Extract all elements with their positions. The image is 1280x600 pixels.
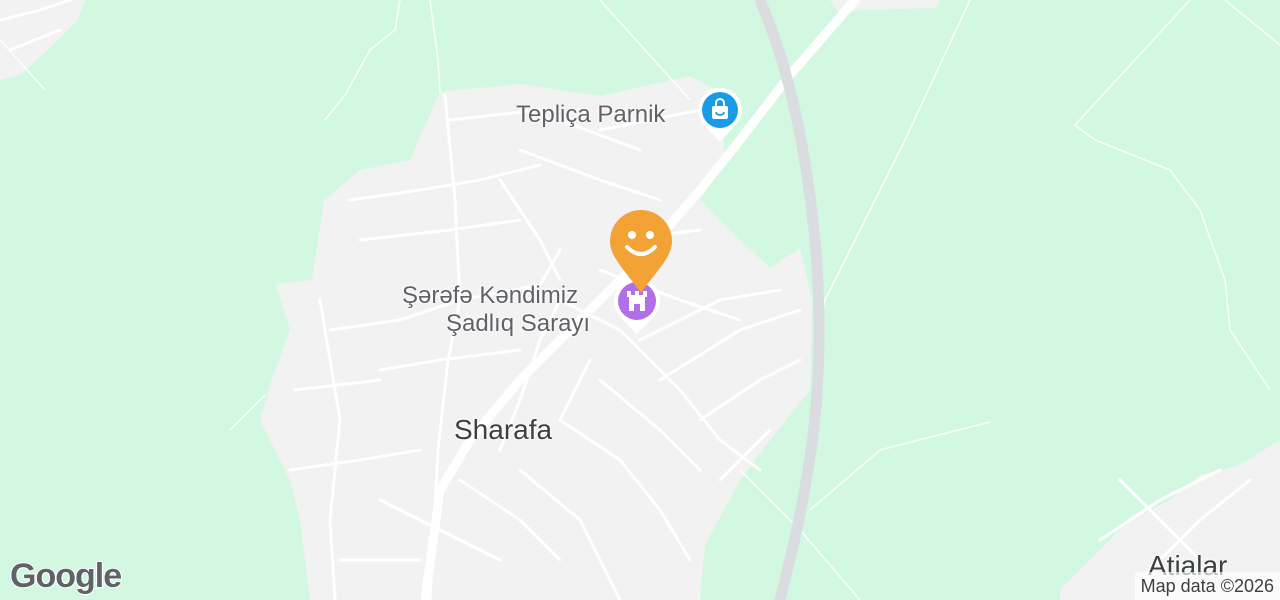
settlement-area-topleft <box>0 0 85 80</box>
map-canvas[interactable] <box>0 0 1280 600</box>
wedding-hall-label-line2[interactable]: Şadlıq Sarayı <box>446 309 590 339</box>
map-attribution[interactable]: Map data ©2026 <box>1134 572 1280 600</box>
shop-label[interactable]: Tepliça Parnik <box>516 100 665 130</box>
place-label-sharafa: Sharafa <box>454 414 553 445</box>
castle-icon <box>627 291 647 311</box>
google-logo: Google <box>9 556 123 596</box>
wedding-hall-label-line1[interactable]: Şərəfə Kəndimiz <box>402 281 578 311</box>
